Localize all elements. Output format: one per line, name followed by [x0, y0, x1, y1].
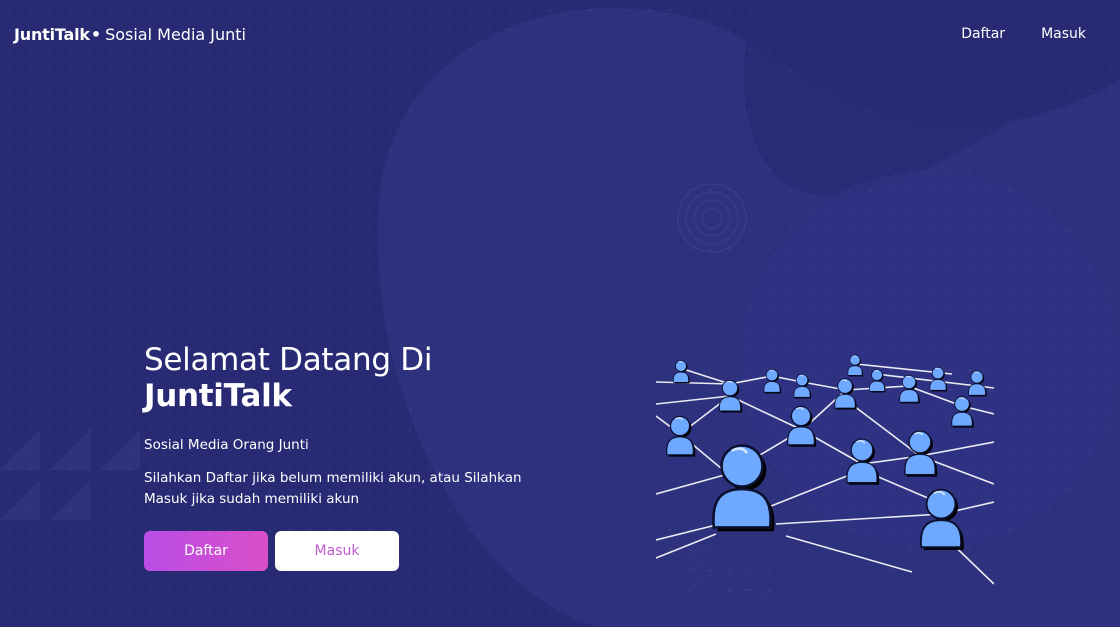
navbar: JuntiTalk • Sosial Media Junti Daftar Ma… — [0, 0, 1120, 68]
social-network-people-icon — [655, 344, 995, 590]
nav-links: Daftar Masuk — [961, 26, 1106, 42]
brand-logo[interactable]: JuntiTalk • Sosial Media Junti — [14, 25, 246, 44]
brand-separator: • — [90, 24, 102, 44]
brand-subtitle: Sosial Media Junti — [105, 24, 246, 44]
hero-subtitle: Sosial Media Orang Junti — [144, 437, 309, 453]
hero-title-line1: Selamat Datang Di — [144, 342, 433, 378]
register-button[interactable]: Daftar — [144, 531, 268, 571]
hero-description: Silahkan Daftar jika belum memiliki akun… — [144, 470, 522, 507]
brand-name: JuntiTalk — [14, 24, 90, 44]
hero-actions: Daftar Masuk — [144, 531, 564, 571]
nav-link-daftar[interactable]: Daftar — [961, 26, 1005, 42]
hero-section: Selamat Datang Di JuntiTalk Sosial Media… — [144, 342, 564, 571]
hero-title-brand: JuntiTalk — [144, 378, 292, 414]
nav-link-masuk[interactable]: Masuk — [1041, 26, 1086, 42]
login-button[interactable]: Masuk — [275, 531, 399, 571]
hero-title: Selamat Datang Di JuntiTalk — [144, 342, 564, 414]
